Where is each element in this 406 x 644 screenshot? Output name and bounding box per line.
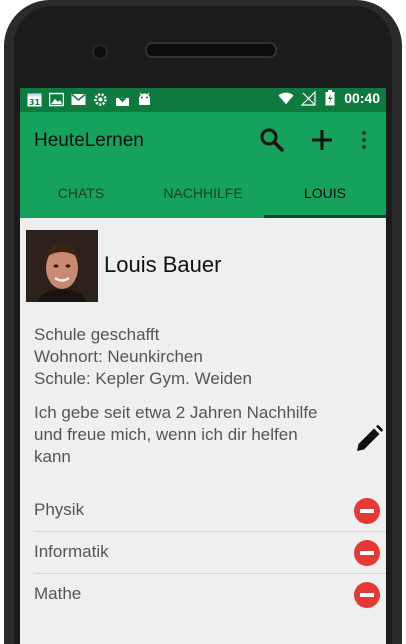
- subject-label: Physik: [34, 500, 85, 519]
- tab-bar: CHATS NACHHILFE LOUIS: [20, 170, 386, 218]
- subject-list: Physik Informatik Mathe: [34, 490, 386, 615]
- remove-circle-icon[interactable]: [354, 582, 380, 608]
- tab-nachhilfe[interactable]: NACHHILFE: [142, 170, 264, 218]
- android-icon: [136, 91, 152, 107]
- tab-louis[interactable]: LOUIS: [264, 170, 386, 218]
- info-residence: Wohnort: Neunkirchen: [34, 347, 203, 366]
- avatar: [26, 230, 98, 302]
- status-bar: 31 00:40: [20, 88, 386, 112]
- image-icon: [48, 91, 64, 107]
- bio-line: kann: [34, 447, 71, 466]
- subject-label: Mathe: [34, 584, 82, 603]
- info-school: Schule: Kepler Gym. Weiden: [34, 369, 252, 388]
- clock: 00:40: [344, 90, 380, 106]
- app-bar: HeuteLernen: [20, 112, 386, 170]
- pencil-icon[interactable]: [354, 424, 384, 454]
- info-status: Schule geschafft: [34, 325, 160, 344]
- plus-icon[interactable]: [308, 126, 336, 154]
- profile-info: Schule geschafft Wohnort: Neunkirchen Sc…: [34, 324, 252, 390]
- signal-icon: [300, 90, 316, 106]
- list-item: Informatik: [34, 532, 386, 574]
- calendar-icon: 31: [26, 91, 42, 107]
- app-screen: 31 00:40 HeuteLernen CHATS NACHHILFE LOU…: [20, 88, 386, 644]
- tab-chats[interactable]: CHATS: [20, 170, 142, 218]
- remove-circle-icon[interactable]: [354, 540, 380, 566]
- gmail-icon: [70, 91, 86, 107]
- download-icon: [114, 91, 130, 107]
- settings-icon: [92, 91, 108, 107]
- bio-line: Ich gebe seit etwa 2 Jahren Nachhilfe: [34, 403, 318, 422]
- profile-content: Louis Bauer Schule geschafft Wohnort: Ne…: [20, 218, 386, 644]
- front-camera: [92, 44, 108, 60]
- search-icon[interactable]: [258, 126, 286, 154]
- list-item: Mathe: [34, 574, 386, 615]
- profile-name: Louis Bauer: [104, 252, 222, 277]
- list-item: Physik: [34, 490, 386, 532]
- subject-label: Informatik: [34, 542, 109, 561]
- more-vert-icon[interactable]: [352, 126, 376, 154]
- wifi-icon: [278, 90, 294, 106]
- profile-bio: Ich gebe seit etwa 2 Jahren Nachhilfe un…: [34, 402, 352, 468]
- earpiece-speaker: [145, 42, 277, 58]
- remove-circle-icon[interactable]: [354, 498, 380, 524]
- battery-icon: [322, 90, 338, 106]
- notification-icons: 31: [26, 91, 152, 107]
- calendar-day: 31: [28, 98, 40, 107]
- app-title: HeuteLernen: [34, 130, 144, 151]
- system-icons: 00:40: [278, 90, 380, 106]
- bio-line: und freue mich, wenn ich dir helfen: [34, 425, 298, 444]
